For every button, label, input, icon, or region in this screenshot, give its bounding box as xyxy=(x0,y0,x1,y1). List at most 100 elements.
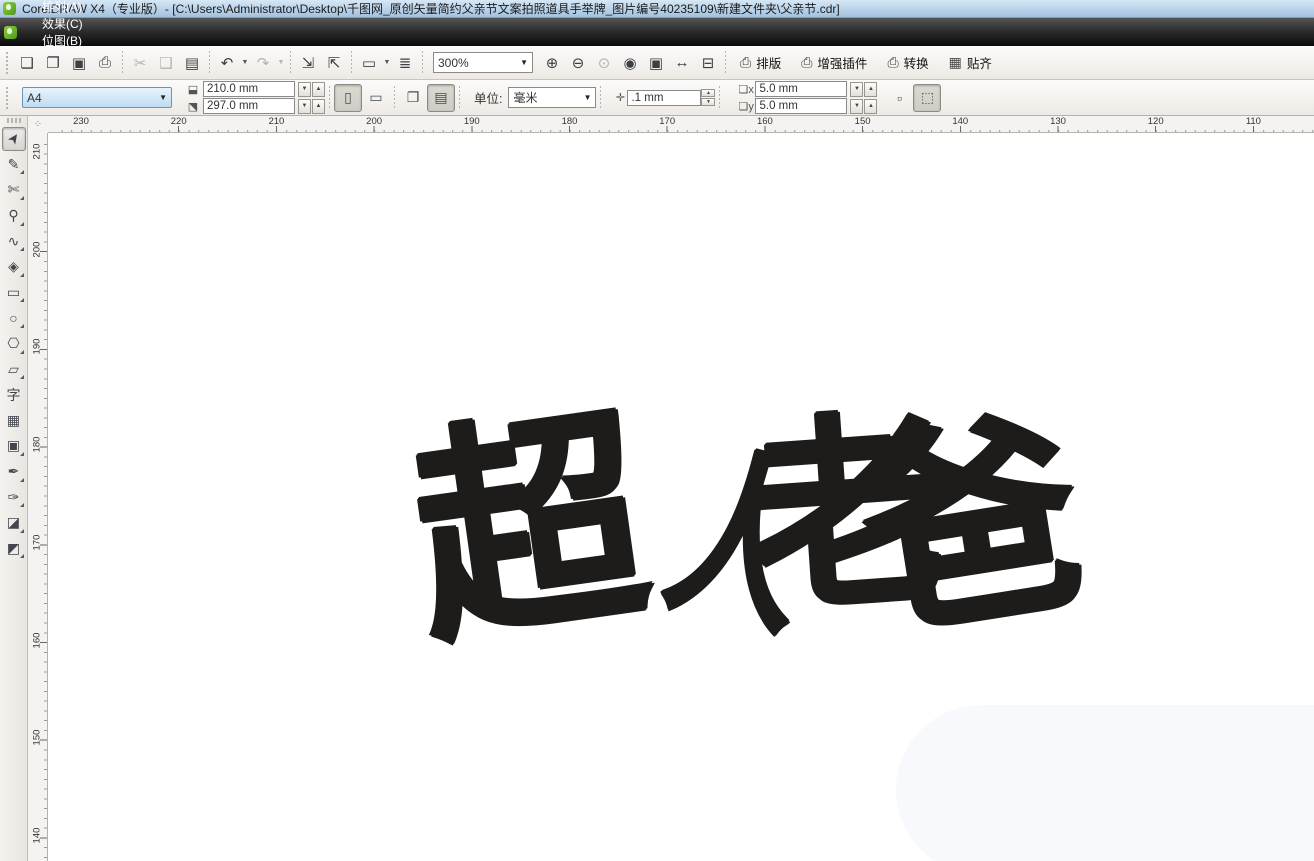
zoom-in-button[interactable]: ⊕ xyxy=(539,50,565,76)
toolbar-separator xyxy=(122,51,123,75)
paper-width-input[interactable]: 210.0 mm xyxy=(203,81,295,97)
blend-tool[interactable]: ▣ xyxy=(2,434,26,458)
horizontal-ruler[interactable]: 230220210200190180170160150140130120110 xyxy=(48,116,1314,133)
duplicate-distance-y-input[interactable]: 5.0 mm xyxy=(755,98,847,114)
table-tool[interactable]: ▦ xyxy=(2,408,26,432)
ruler-tick-label: 180 xyxy=(32,437,43,453)
outline-pen-tool[interactable]: ✑ xyxy=(2,485,26,509)
ruler-tick-label: 130 xyxy=(1050,116,1066,127)
paste-button[interactable]: ▤ xyxy=(179,50,205,76)
drawing-canvas[interactable]: 超 人 老 爸 xyxy=(48,133,1314,861)
coreldraw-window: CorelDRAW X4（专业版）- [C:\Users\Administrat… xyxy=(0,0,1314,861)
ruler-tick-label: 230 xyxy=(73,116,89,127)
interactive-fill-tool[interactable]: ◩ xyxy=(2,536,26,560)
duplicate-distance-y-spinner[interactable]: ▼▲ xyxy=(850,99,877,114)
vertical-ruler[interactable]: 210200190180170160150140 xyxy=(28,133,48,861)
application-launcher-dropdown-icon[interactable]: ▼ xyxy=(382,50,392,76)
zoom-to-selected-button[interactable]: ◉ xyxy=(617,50,643,76)
artwork-character[interactable]: 爸 xyxy=(851,406,1096,651)
snap-plugin-button[interactable]: ▦ 贴齐 xyxy=(939,50,1002,76)
landscape-button[interactable]: ▭ xyxy=(362,84,390,112)
convert-plugin-button[interactable]: ⎙ 转换 xyxy=(877,50,938,76)
open-button[interactable]: ❐ xyxy=(40,50,66,76)
zoom-level-combo[interactable]: 300% ▼ xyxy=(433,52,533,73)
export-button[interactable]: ⇱ xyxy=(321,50,347,76)
options-button[interactable]: ≣ xyxy=(392,50,418,76)
flyout-indicator-icon xyxy=(20,452,24,456)
typesetting-plugin-button[interactable]: ⎙ 排版 xyxy=(730,50,791,76)
fill-tool[interactable]: ◪ xyxy=(2,511,26,535)
smart-fill-tool[interactable]: ◈ xyxy=(2,255,26,279)
toolbox-grip[interactable] xyxy=(7,118,21,123)
ruler-tick-label: 110 xyxy=(1246,116,1261,127)
redo-button[interactable]: ↷ xyxy=(250,50,276,76)
undo-button[interactable]: ↶ xyxy=(214,50,240,76)
ruler-tick-label: 200 xyxy=(366,116,382,127)
paper-type-combo[interactable]: A4 ▼ xyxy=(22,87,172,108)
flyout-indicator-icon xyxy=(20,170,24,174)
application-launcher-button[interactable]: ▭ xyxy=(356,50,382,76)
freehand-tool[interactable]: ∿ xyxy=(2,229,26,253)
copy-button[interactable]: ❑ xyxy=(153,50,179,76)
nudge-offset-input[interactable]: .1 mm xyxy=(627,90,701,106)
duplicate-distance-x-spinner[interactable]: ▼▲ xyxy=(850,82,877,97)
typesetting-plugin-icon: ⎙ xyxy=(740,54,751,71)
menu-item[interactable]: 排列(A) xyxy=(25,0,102,15)
zoom-to-width-button[interactable]: ↔ xyxy=(669,50,695,76)
paper-height-spinner[interactable]: ▼▲ xyxy=(298,99,325,114)
undo-dropdown-icon[interactable]: ▼ xyxy=(240,50,250,76)
flyout-indicator-icon xyxy=(20,222,24,226)
ruler-tick-label: 170 xyxy=(659,116,675,127)
paper-type-dropdown-icon[interactable]: ▼ xyxy=(159,93,167,102)
basic-shapes-tool[interactable]: ▱ xyxy=(2,357,26,381)
ellipse-tool[interactable]: ○ xyxy=(2,306,26,330)
shape-tool[interactable]: ✎ xyxy=(2,152,26,176)
zoom-out-button[interactable]: ⊖ xyxy=(565,50,591,76)
property-separator xyxy=(329,86,330,110)
pick-tool[interactable]: ➤ xyxy=(2,127,26,151)
nudge-offset-icon: ✛ xyxy=(613,91,627,104)
text-tool[interactable]: 字 xyxy=(2,383,26,407)
snap-plugin-icon: ▦ xyxy=(949,54,962,71)
print-button[interactable]: ⎙ xyxy=(92,50,118,76)
eyedropper-tool[interactable]: ✒ xyxy=(2,460,26,484)
convert-plugin-icon: ⎙ xyxy=(887,54,898,71)
enhance-plugin-button[interactable]: ⎙ 增强插件 xyxy=(791,50,877,76)
cut-button[interactable]: ✂ xyxy=(127,50,153,76)
rectangle-tool[interactable]: ▭ xyxy=(2,280,26,304)
current-page-button[interactable]: ▤ xyxy=(427,84,455,112)
portrait-button[interactable]: ▯ xyxy=(334,84,362,112)
duplicate-distance-x-input[interactable]: 5.0 mm xyxy=(755,81,847,97)
ruler-tick-label: 210 xyxy=(32,144,43,160)
artwork-character[interactable]: 超 xyxy=(401,400,659,658)
paper-width-spinner[interactable]: ▼▲ xyxy=(298,82,325,97)
zoom-combo-dropdown-icon[interactable]: ▼ xyxy=(520,58,528,67)
polygon-tool[interactable]: ⎔ xyxy=(2,332,26,356)
save-button[interactable]: ▣ xyxy=(66,50,92,76)
units-combo[interactable]: 毫米 ▼ xyxy=(508,87,596,108)
property-bar-grip[interactable] xyxy=(3,87,11,109)
redo-dropdown-icon[interactable]: ▼ xyxy=(276,50,286,76)
zoom-to-height-button[interactable]: ⊟ xyxy=(695,50,721,76)
import-button[interactable]: ⇲ xyxy=(295,50,321,76)
units-dropdown-icon[interactable]: ▼ xyxy=(584,93,592,102)
zoom-tool[interactable]: ⚲ xyxy=(2,204,26,228)
ruler-origin-icon[interactable]: ⁘ xyxy=(28,116,48,133)
crop-tool[interactable]: ✄ xyxy=(2,178,26,202)
treat-as-filled-button[interactable]: ▫ xyxy=(885,84,913,112)
flyout-indicator-icon xyxy=(20,554,24,558)
standard-toolbar: ❏ ❐ ▣ ⎙ ✂ ❑ ▤ ↶ ▼ ↷ ▼ ⇲ ⇱ ▭ ▼ ≣ 300% ▼ ⊕… xyxy=(0,46,1314,80)
new-document-button[interactable]: ❏ xyxy=(14,50,40,76)
flyout-indicator-icon xyxy=(20,503,24,507)
all-pages-button[interactable]: ❐ xyxy=(399,84,427,112)
nudge-offset-spinner[interactable]: ▲▼ xyxy=(701,89,715,106)
menu-item[interactable]: 效果(C) xyxy=(25,15,102,32)
ruler-tick-label: 120 xyxy=(1148,116,1164,127)
zoom-to-page-button[interactable]: ▣ xyxy=(643,50,669,76)
paper-height-input[interactable]: 297.0 mm xyxy=(203,98,295,114)
flyout-indicator-icon xyxy=(20,350,24,354)
toolbar-grip[interactable] xyxy=(3,52,11,74)
zoom-levels-button[interactable]: ⊙ xyxy=(591,50,617,76)
ruler-tick-label: 190 xyxy=(32,339,43,355)
bounding-box-button[interactable]: ⬚ xyxy=(913,84,941,112)
